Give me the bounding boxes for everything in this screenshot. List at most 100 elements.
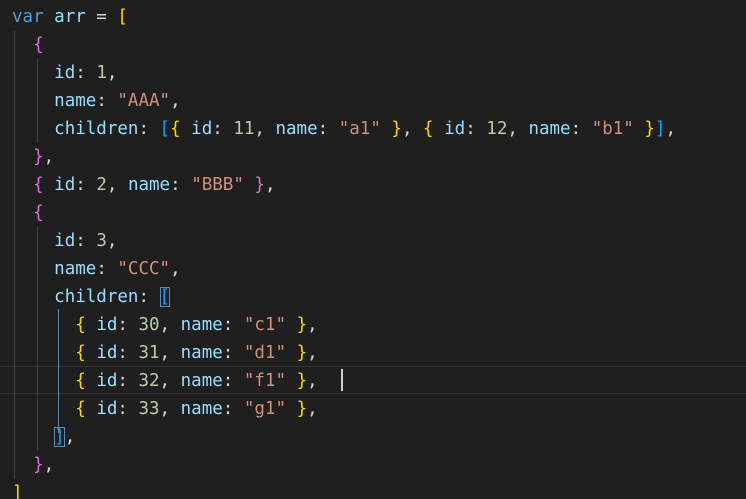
code-token: : bbox=[138, 119, 160, 139]
code-token: } bbox=[644, 119, 655, 139]
code-token: [ bbox=[159, 119, 171, 139]
code-token: : bbox=[117, 315, 139, 335]
code-token: , bbox=[159, 371, 181, 391]
code-token: : bbox=[117, 343, 139, 363]
code-token: 30 bbox=[138, 315, 160, 335]
code-line[interactable]: children: [{ id: 11, name: "a1" }, { id:… bbox=[12, 115, 676, 143]
code-token: id bbox=[54, 231, 76, 251]
code-line[interactable]: ], bbox=[12, 423, 75, 451]
code-line[interactable]: { bbox=[12, 199, 44, 227]
code-token: } bbox=[254, 175, 265, 195]
code-line[interactable]: children: [ bbox=[12, 283, 171, 311]
code-token: : bbox=[222, 371, 244, 391]
code-token: : bbox=[96, 91, 118, 111]
code-token: 33 bbox=[138, 399, 160, 419]
code-token: ] bbox=[12, 483, 23, 499]
code-token: { bbox=[75, 343, 86, 363]
code-line[interactable]: name: "CCC", bbox=[12, 255, 180, 283]
code-token: children bbox=[54, 287, 139, 307]
code-token: 12 bbox=[486, 119, 508, 139]
code-token: , bbox=[264, 175, 276, 195]
code-token: "f1" bbox=[243, 371, 287, 391]
code-token: , bbox=[43, 455, 55, 475]
code-token: children bbox=[54, 119, 139, 139]
code-token: : bbox=[117, 371, 139, 391]
code-line[interactable]: }, bbox=[12, 143, 54, 171]
code-token: name bbox=[180, 343, 223, 363]
code-token: { bbox=[33, 203, 44, 223]
code-token: ] bbox=[654, 119, 666, 139]
code-token: , bbox=[307, 343, 318, 363]
bracket-pair-guide bbox=[58, 309, 59, 433]
code-token: : bbox=[138, 287, 160, 307]
code-token: , bbox=[507, 119, 529, 139]
code-token: id bbox=[96, 399, 118, 419]
code-token: , bbox=[106, 231, 118, 251]
code-token: [ bbox=[117, 7, 128, 27]
code-token: 1 bbox=[96, 63, 107, 83]
code-token: id bbox=[444, 119, 466, 139]
code-token: , bbox=[106, 175, 128, 195]
code-token: 31 bbox=[138, 343, 160, 363]
code-token: 11 bbox=[233, 119, 255, 139]
code-token: : bbox=[96, 259, 118, 279]
code-token: } bbox=[33, 455, 44, 475]
code-token: , bbox=[106, 63, 118, 83]
code-token: name bbox=[127, 175, 171, 195]
code-line[interactable]: }, bbox=[12, 451, 54, 479]
code-token: "d1" bbox=[243, 343, 287, 363]
code-token: var bbox=[12, 7, 44, 27]
code-line[interactable]: { bbox=[12, 31, 44, 59]
code-token: } bbox=[296, 371, 308, 391]
code-token: , bbox=[43, 147, 55, 167]
code-line[interactable]: var arr = [ bbox=[12, 3, 128, 31]
code-token: , bbox=[159, 399, 181, 419]
code-token: ] bbox=[54, 427, 65, 447]
code-token: { bbox=[75, 315, 86, 335]
code-token: name bbox=[54, 259, 97, 279]
code-token: , bbox=[159, 343, 181, 363]
code-token: name bbox=[180, 315, 223, 335]
code-token: , bbox=[170, 91, 181, 111]
code-line[interactable]: ] bbox=[12, 479, 23, 499]
code-token: { bbox=[33, 175, 44, 195]
code-token: { bbox=[170, 119, 181, 139]
code-token: : bbox=[75, 231, 97, 251]
code-token: "b1" bbox=[591, 119, 634, 139]
code-token: } bbox=[391, 119, 402, 139]
code-line[interactable]: { id: 2, name: "BBB" }, bbox=[12, 171, 276, 199]
code-line[interactable]: name: "AAA", bbox=[12, 87, 181, 115]
code-token: } bbox=[296, 343, 308, 363]
code-token: , bbox=[307, 315, 318, 335]
code-token: } bbox=[33, 147, 44, 167]
code-token: id bbox=[96, 343, 118, 363]
code-token: "a1" bbox=[338, 119, 381, 139]
code-line[interactable]: id: 3, bbox=[12, 227, 117, 255]
code-token: id bbox=[54, 63, 76, 83]
code-token: name bbox=[275, 119, 318, 139]
code-editor[interactable]: var arr = [ { id: 1, name: "AAA", childr… bbox=[0, 0, 746, 499]
code-token: name bbox=[180, 371, 223, 391]
code-token: id bbox=[191, 119, 213, 139]
code-token: { bbox=[75, 371, 86, 391]
code-token: [ bbox=[159, 287, 171, 307]
code-line[interactable]: id: 1, bbox=[12, 59, 117, 87]
code-token: { bbox=[423, 119, 434, 139]
